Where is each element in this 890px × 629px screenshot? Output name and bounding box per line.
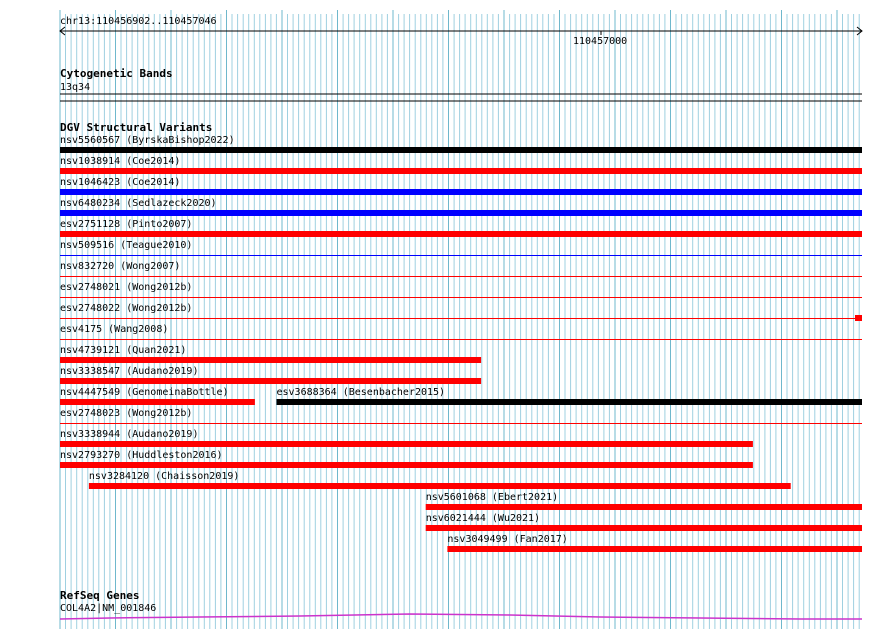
dgv-feature-bar[interactable] [60,210,862,216]
region-label: chr13:110456902..110457046 [60,16,217,27]
dgv-feature-bar[interactable] [60,462,753,468]
dgv-feature-label[interactable]: esv3688364 (Besenbacher2015) [277,387,446,398]
dgv-feature-label[interactable]: nsv1046423 (Coe2014) [60,177,180,188]
dgv-feature-label[interactable]: esv2751128 (Pinto2007) [60,219,192,230]
dgv-feature-bar[interactable] [425,525,862,531]
dgv-feature-bar[interactable] [60,231,862,237]
dgv-feature-bar[interactable] [60,441,753,447]
dgv-feature-bar[interactable] [447,546,862,552]
dgv-feature-label[interactable]: nsv3284120 (Chaisson2019) [89,471,240,482]
dgv-feature-label[interactable]: nsv832720 (Wong2007) [60,261,180,272]
refseq-gene-feature[interactable] [59,613,862,620]
dgv-feature-label[interactable]: nsv1038914 (Coe2014) [60,156,180,167]
dgv-feature-label[interactable]: nsv6480234 (Sedlazeck2020) [60,198,217,209]
dgv-feature-label[interactable]: nsv3049499 (Fan2017) [447,534,567,545]
dgv-feature-bar[interactable] [60,168,862,174]
dgv-feature-bar[interactable] [425,504,862,510]
dgv-feature-label[interactable]: nsv4739121 (Quan2021) [60,345,186,356]
dgv-feature-bar[interactable] [60,339,862,340]
dgv-feature-bar[interactable] [60,147,862,153]
dgv-feature-bar[interactable] [60,399,255,405]
refseq-track-title: RefSeq Genes [60,589,139,602]
dgv-structural-variants-track[interactable]: DGV Structural Variants nsv5560567 (Byrs… [60,121,862,552]
dgv-track-title: DGV Structural Variants [60,121,212,134]
cytogenetic-track-title: Cytogenetic Bands [60,67,173,80]
dgv-feature-label[interactable]: esv4175 (Wang2008) [60,324,168,335]
dgv-feature-label[interactable]: esv2748021 (Wong2012b) [60,282,192,293]
dgv-feature-label[interactable]: nsv6021444 (Wu2021) [426,513,540,524]
dgv-feature-bar[interactable] [60,318,862,319]
dgv-feature-bar[interactable] [60,378,482,384]
dgv-feature-label[interactable]: nsv5601068 (Ebert2021) [426,492,558,503]
dgv-feature-label[interactable]: nsv3338944 (Audano2019) [60,429,198,440]
dgv-feature-bar[interactable] [60,276,862,277]
ruler[interactable]: chr13:110456902..110457046 110457000 [59,16,863,47]
dgv-feature-label[interactable]: nsv4447549 (GenomeinaBottle) [60,387,229,398]
refseq-gene-label[interactable]: COL4A2|NM_001846 [60,603,156,614]
dgv-feature-label[interactable]: esv2748023 (Wong2012b) [60,408,192,419]
dgv-feature-label[interactable]: nsv3338547 (Audano2019) [60,366,198,377]
dgv-feature-bar[interactable] [276,399,863,405]
ruler-tick-label: 110457000 [573,36,627,47]
dgv-feature-bar[interactable] [60,189,862,195]
cytoband-label: 13q34 [60,82,90,93]
dgv-feature-bar[interactable] [60,297,862,298]
dgv-feature-block[interactable] [855,315,862,321]
dgv-feature-label[interactable]: nsv5560567 (ByrskaBishop2022) [60,135,235,146]
dgv-feature-label[interactable]: esv2748022 (Wong2012b) [60,303,192,314]
dgv-feature-label[interactable]: nsv509516 (Teague2010) [60,240,192,251]
cytogenetic-bands-track[interactable]: Cytogenetic Bands 13q34 [60,67,862,102]
dgv-feature-bar[interactable] [60,423,862,424]
dgv-feature-label[interactable]: nsv2793270 (Huddleston2016) [60,450,223,461]
dgv-feature-bar[interactable] [60,255,862,256]
dgv-features[interactable]: nsv5560567 (ByrskaBishop2022) nsv1038914 … [60,135,862,552]
refseq-genes-track[interactable]: RefSeq Genes COL4A2|NM_001846 [59,589,862,620]
dgv-feature-bar[interactable] [60,357,482,363]
dgv-feature-bar[interactable] [88,483,791,489]
genome-browser-view[interactable]: chr13:110456902..110457046 110457000 Cyt… [0,0,890,629]
